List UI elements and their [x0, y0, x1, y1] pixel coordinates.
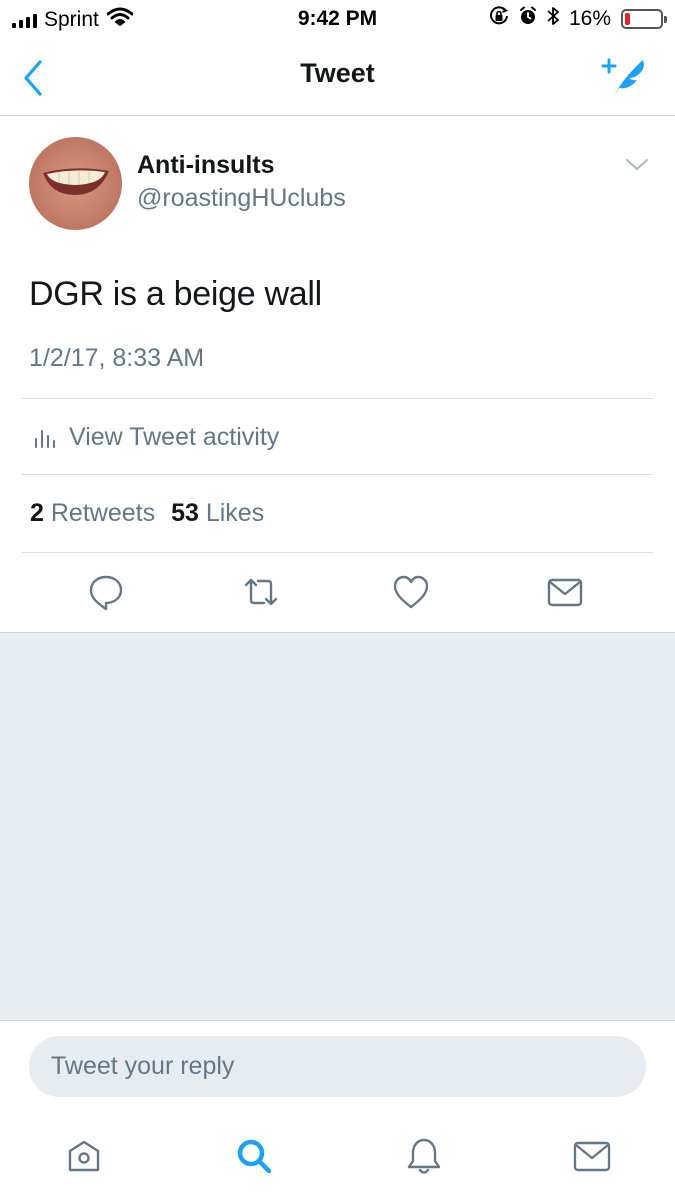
reply-icon [89, 575, 123, 611]
tweet-options-button[interactable] [624, 156, 650, 174]
divider [22, 474, 653, 475]
empty-replies-area [0, 632, 675, 1021]
divider [22, 552, 653, 553]
direct-message-button[interactable] [546, 573, 584, 611]
battery-icon [621, 9, 667, 29]
analytics-icon [35, 430, 55, 448]
avatar-image [29, 137, 122, 230]
battery-percent: 16% [568, 7, 611, 30]
tweet-stats: 2 Retweets 53 Likes [30, 499, 264, 528]
retweets-label: Retweets [50, 499, 156, 527]
bluetooth-icon [547, 6, 559, 32]
avatar[interactable] [29, 137, 122, 230]
compose-tweet-icon [601, 58, 644, 96]
view-tweet-activity-label: View Tweet activity [69, 423, 280, 451]
tweet-text: DGR is a beige wall [29, 275, 322, 313]
author-name[interactable]: Anti-insults [137, 151, 275, 180]
messages-icon [573, 1141, 611, 1172]
retweet-button[interactable] [242, 573, 280, 611]
reply-box[interactable] [29, 1036, 646, 1097]
alarm-icon [519, 6, 537, 32]
tab-notifications[interactable] [404, 1136, 444, 1176]
page-title: Tweet [300, 58, 375, 88]
search-icon [237, 1139, 272, 1174]
battery-level [625, 13, 631, 25]
like-button[interactable] [392, 573, 430, 611]
chevron-down-icon [626, 159, 648, 170]
tweet-timestamp: 1/2/17, 8:33 AM [29, 344, 205, 372]
retweets-stat[interactable]: 2 Retweets [30, 499, 155, 527]
reply-input[interactable] [51, 1036, 631, 1097]
like-icon [393, 575, 429, 609]
author-handle[interactable]: @roastingHUclubs [137, 184, 346, 213]
reply-button[interactable] [87, 573, 125, 611]
orientation-lock-icon [489, 6, 509, 32]
tab-home[interactable] [64, 1136, 104, 1176]
status-bar: Sprint 9:42 PM 16% [0, 0, 675, 40]
tab-messages[interactable] [572, 1136, 612, 1176]
notifications-icon [407, 1138, 441, 1174]
home-icon [68, 1140, 100, 1172]
retweet-icon [244, 578, 278, 606]
likes-count: 53 [171, 499, 199, 527]
tab-search[interactable] [234, 1136, 274, 1176]
compose-tweet-button[interactable] [599, 54, 651, 98]
navigation-bar: Tweet [0, 40, 675, 116]
view-tweet-activity-button[interactable]: View Tweet activity [22, 399, 653, 474]
retweets-count: 2 [30, 499, 44, 527]
direct-message-icon [547, 578, 583, 607]
likes-label: Likes [205, 499, 265, 527]
status-right: 16% [489, 6, 667, 32]
likes-stat[interactable]: 53 Likes [171, 499, 264, 527]
